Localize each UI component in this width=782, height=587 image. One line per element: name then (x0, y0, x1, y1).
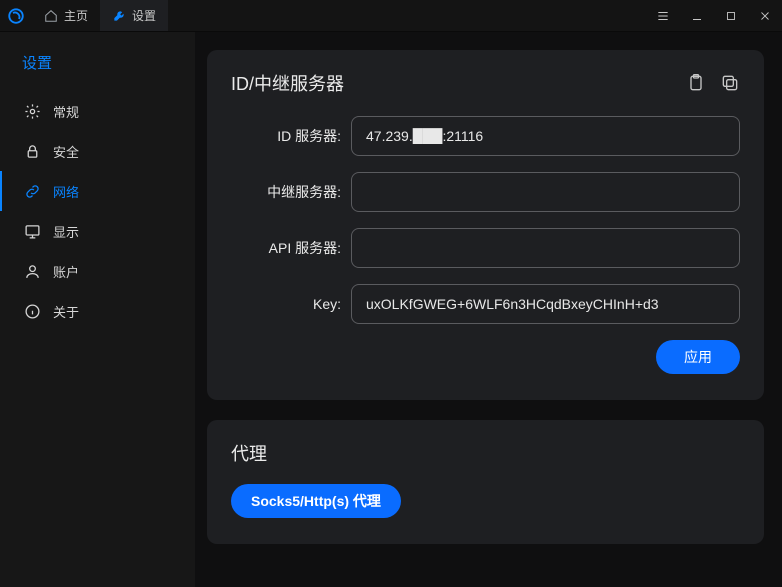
label-id-server: ID 服务器: (231, 126, 351, 146)
card-header: ID/中继服务器 (231, 70, 740, 96)
input-relay-server[interactable] (351, 172, 740, 212)
proxy-card: 代理 Socks5/Http(s) 代理 (207, 420, 764, 544)
window-controls (646, 0, 782, 32)
copy-button[interactable] (720, 73, 740, 93)
refresh-circle-icon (7, 7, 25, 25)
sidebar-item-label: 关于 (53, 302, 79, 321)
maximize-icon (725, 10, 737, 22)
link-icon (24, 183, 41, 200)
form-row-key: Key: (231, 284, 740, 324)
form-row-api-server: API 服务器: (231, 228, 740, 268)
app-logo[interactable] (0, 0, 32, 32)
sidebar-title: 设置 (0, 46, 195, 91)
clipboard-icon (686, 73, 706, 93)
id-relay-server-card: ID/中继服务器 ID 服务器: 中继服务器: API (207, 50, 764, 400)
titlebar-left: 主页 设置 (0, 0, 168, 31)
input-api-server[interactable] (351, 228, 740, 268)
info-icon (24, 303, 41, 320)
sidebar-item-general[interactable]: 常规 (0, 91, 195, 131)
minimize-icon (691, 10, 703, 22)
paste-button[interactable] (686, 73, 706, 93)
label-key: Key: (231, 296, 351, 312)
sidebar-item-about[interactable]: 关于 (0, 291, 195, 331)
label-api-server: API 服务器: (231, 238, 351, 258)
monitor-icon (24, 223, 41, 240)
input-id-server[interactable] (351, 116, 740, 156)
card-actions (686, 73, 740, 93)
card-title: ID/中继服务器 (231, 70, 344, 96)
form-row-id-server: ID 服务器: (231, 116, 740, 156)
form-row-relay-server: 中继服务器: (231, 172, 740, 212)
gear-icon (24, 103, 41, 120)
sidebar-item-label: 显示 (53, 222, 79, 241)
user-icon (24, 263, 41, 280)
proxy-config-button[interactable]: Socks5/Http(s) 代理 (231, 484, 401, 518)
menu-button[interactable] (646, 0, 680, 32)
label-relay-server: 中继服务器: (231, 182, 351, 202)
input-key[interactable] (351, 284, 740, 324)
tab-settings-label: 设置 (132, 7, 156, 24)
tab-home[interactable]: 主页 (32, 0, 100, 31)
minimize-button[interactable] (680, 0, 714, 32)
home-icon (44, 9, 58, 23)
menu-icon (656, 9, 670, 23)
lock-icon (24, 143, 41, 160)
wrench-icon (112, 9, 126, 23)
proxy-card-title: 代理 (231, 440, 740, 466)
copy-icon (720, 73, 740, 93)
main-content: ID/中继服务器 ID 服务器: 中继服务器: API (195, 32, 782, 587)
apply-row: 应用 (231, 340, 740, 374)
titlebar: 主页 设置 (0, 0, 782, 32)
maximize-button[interactable] (714, 0, 748, 32)
main-body: 设置 常规 安全 网络 显示 账户 关于 ID/中继服务器 (0, 32, 782, 587)
tab-settings[interactable]: 设置 (100, 0, 168, 31)
sidebar: 设置 常规 安全 网络 显示 账户 关于 (0, 32, 195, 587)
sidebar-item-security[interactable]: 安全 (0, 131, 195, 171)
close-icon (759, 10, 771, 22)
sidebar-item-display[interactable]: 显示 (0, 211, 195, 251)
sidebar-item-label: 常规 (53, 102, 79, 121)
sidebar-item-label: 账户 (53, 262, 79, 281)
sidebar-item-account[interactable]: 账户 (0, 251, 195, 291)
sidebar-item-label: 网络 (53, 182, 79, 201)
sidebar-item-label: 安全 (53, 142, 79, 161)
close-button[interactable] (748, 0, 782, 32)
sidebar-item-network[interactable]: 网络 (0, 171, 195, 211)
apply-button[interactable]: 应用 (656, 340, 740, 374)
tab-home-label: 主页 (64, 7, 88, 24)
